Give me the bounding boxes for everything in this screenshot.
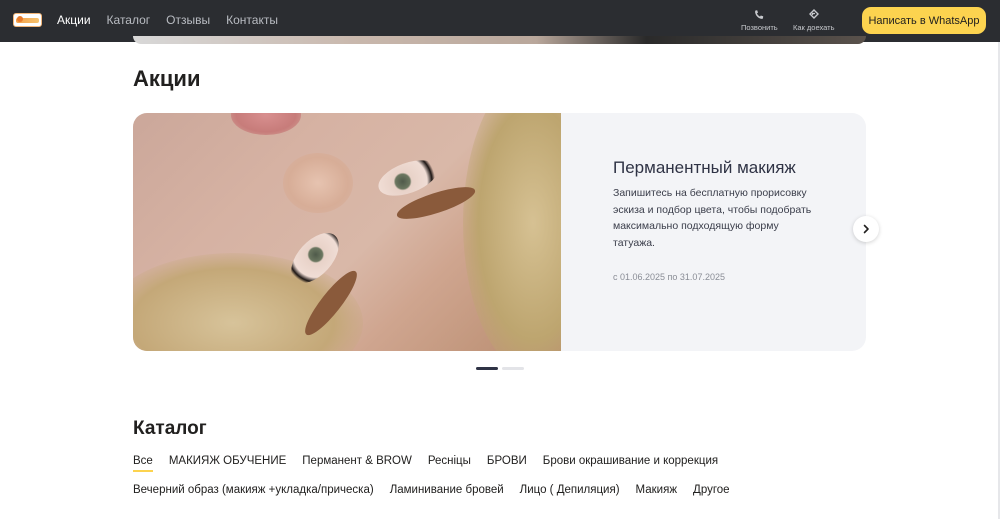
category-all[interactable]: Все	[133, 455, 153, 472]
phone-icon	[755, 10, 764, 19]
whatsapp-button[interactable]: Написать в WhatsApp	[862, 7, 986, 34]
category-tabs-row-1: Все МАКИЯЖ ОБУЧЕНИЕ Перманент & BROW Рес…	[133, 455, 734, 472]
carousel-dot-1[interactable]	[476, 367, 498, 370]
catalog-heading: Каталог	[133, 418, 207, 439]
promo-heading: Акции	[133, 66, 201, 91]
category-lashes[interactable]: Реснiцы	[428, 455, 471, 472]
photo-lips	[231, 113, 301, 135]
nav-catalog[interactable]: Каталог	[107, 13, 151, 27]
nav-contacts[interactable]: Контакты	[226, 13, 278, 27]
nav-promotions[interactable]: Акции	[57, 13, 91, 27]
category-face-depilation[interactable]: Лицо ( Депиляция)	[520, 484, 620, 496]
slide-title: Перманентный макияж	[613, 158, 796, 177]
route-button[interactable]: Как доехать	[793, 9, 834, 32]
category-makeup-training[interactable]: МАКИЯЖ ОБУЧЕНИЕ	[169, 455, 286, 472]
category-permanent-brow[interactable]: Перманент & BROW	[302, 455, 412, 472]
category-evening-look[interactable]: Вечерний образ (макияж +укладка/прическа…	[133, 484, 374, 496]
promo-slide[interactable]: Перманентный макияж Запишитесь на беспла…	[133, 113, 866, 351]
main-nav: Акции Каталог Отзывы Контакты	[57, 13, 294, 27]
route-icon	[808, 9, 819, 19]
chevron-right-icon	[863, 224, 869, 234]
category-makeup[interactable]: Макияж	[636, 484, 677, 496]
photo-nose	[283, 153, 353, 213]
category-other[interactable]: Другое	[693, 484, 730, 496]
route-label: Как доехать	[793, 23, 835, 32]
category-brow-lamination[interactable]: Ламинивание бровей	[390, 484, 504, 496]
carousel-dot-2[interactable]	[502, 367, 524, 370]
logo-dot	[17, 16, 23, 22]
promo-photo	[133, 113, 561, 351]
slide-description: Запишитесь на бесплатную прорисовку эски…	[613, 187, 812, 249]
call-button[interactable]: Позвонить	[741, 9, 778, 32]
nav-reviews[interactable]: Отзывы	[166, 13, 210, 27]
photo-hair-right	[463, 113, 561, 351]
carousel-next-button[interactable]	[853, 216, 879, 242]
category-brows[interactable]: БРОВИ	[487, 455, 527, 472]
category-tabs-row-2: Вечерний образ (макияж +укладка/прическа…	[133, 484, 746, 496]
hero-banner-edge	[133, 36, 866, 44]
call-label: Позвонить	[741, 23, 778, 32]
category-brow-tint-correction[interactable]: Брови окрашивание и коррекция	[543, 455, 718, 472]
logo[interactable]	[13, 13, 42, 27]
slide-date: с 01.06.2025 по 31.07.2025	[613, 272, 725, 282]
carousel-pagination	[476, 367, 524, 370]
